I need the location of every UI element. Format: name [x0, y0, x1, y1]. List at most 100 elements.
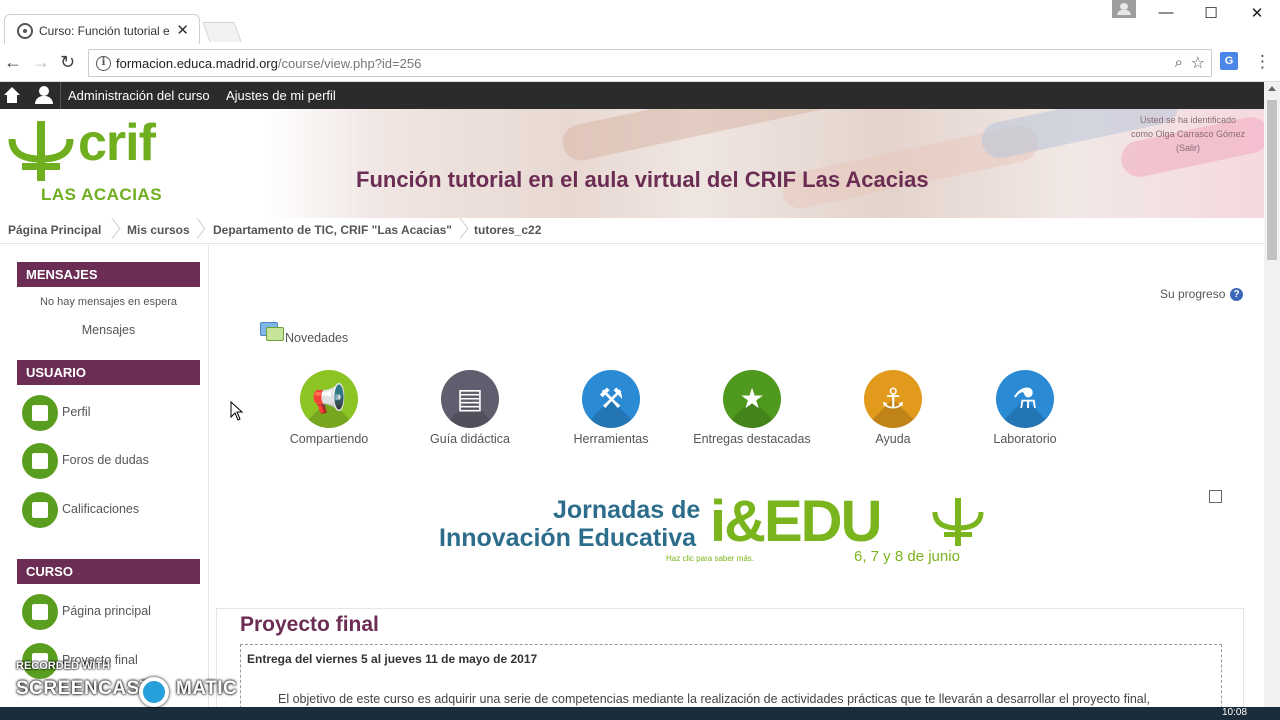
tile-label: Laboratorio	[993, 432, 1057, 446]
sidebar-item-label: Calificaciones	[62, 502, 140, 516]
tile-glyph: 📢	[311, 382, 347, 415]
profile-settings-link[interactable]: Ajustes de mi perfil	[226, 88, 336, 103]
megaphone-icon: 📢	[300, 370, 358, 428]
maximize-button[interactable]: ☐	[1188, 4, 1234, 22]
messages-block-title: MENSAJES	[17, 262, 200, 287]
nav-divider	[60, 82, 61, 109]
crif-logo[interactable]: crif LAS ACACIAS	[8, 114, 178, 207]
tile-entregas-destacadas[interactable]: ★ Entregas destacadas	[682, 370, 822, 446]
grades-icon	[22, 492, 58, 528]
site-favicon-icon	[17, 23, 33, 39]
home-icon	[22, 594, 58, 630]
new-tab-button[interactable]	[202, 22, 242, 42]
os-taskbar: 10:08	[0, 707, 1280, 720]
tile-laboratorio[interactable]: ⚗ Laboratorio	[955, 370, 1095, 446]
browser-menu-icon[interactable]: ⋮	[1254, 52, 1271, 72]
zoom-icon[interactable]: ⌕	[1175, 54, 1183, 71]
star-icon: ★	[723, 370, 781, 428]
logout-link[interactable]: (Salir)	[1118, 141, 1258, 155]
tile-glyph: ⚒	[598, 382, 624, 415]
bookmark-star-icon[interactable]: ☆	[1191, 53, 1205, 73]
tile-glyph: ⚗	[1012, 382, 1038, 415]
screencast-logo-icon	[139, 677, 169, 707]
url-path: /course/view.php?id=256	[277, 56, 422, 71]
url-bar[interactable]: i formacion.educa.madrid.org/course/view…	[88, 49, 1212, 77]
sidebar-item-profile[interactable]: Perfil	[22, 395, 202, 431]
breadcrumb-item-home[interactable]: Página Principal	[8, 223, 101, 237]
translate-icon[interactable]: G	[1220, 52, 1238, 70]
help-icon[interactable]: ?	[1230, 288, 1243, 301]
page-scrollbar[interactable]	[1264, 82, 1280, 707]
tools-icon: ⚒	[582, 370, 640, 428]
no-messages-text: No hay mensajes en espera	[40, 296, 177, 308]
messages-link[interactable]: Mensajes	[17, 323, 200, 337]
crif-banner-mark-icon	[932, 498, 984, 546]
crif-logo-mark-icon	[8, 121, 74, 181]
course-admin-link[interactable]: Administración del curso	[68, 88, 210, 103]
logo-text: crif	[78, 114, 156, 172]
tile-label: Entregas destacadas	[693, 432, 811, 446]
sidebar-item-forums[interactable]: Foros de dudas	[22, 443, 202, 479]
profile-avatar-icon[interactable]	[1112, 0, 1136, 18]
notebook-icon: ▤	[441, 370, 499, 428]
section-title: Proyecto final	[240, 613, 379, 636]
sidebar-item-grades[interactable]: Calificaciones	[22, 492, 202, 528]
reload-button[interactable]: ↻	[60, 52, 75, 73]
window-close-button[interactable]: ✕	[1234, 4, 1280, 22]
sidebar-item-label: Perfil	[62, 405, 91, 419]
breadcrumb-item-department[interactable]: Departamento de TIC, CRIF "Las Acacias"	[213, 223, 452, 237]
tile-label: Ayuda	[875, 432, 911, 446]
final-project-section: Proyecto final Entrega del viernes 5 al …	[216, 608, 1244, 720]
tab-close-icon[interactable]: ✕	[176, 21, 189, 39]
url-text[interactable]: formacion.educa.madrid.org/course/view.p…	[116, 56, 421, 71]
breadcrumb-item-my-courses[interactable]: Mis cursos	[127, 223, 190, 237]
flask-icon: ⚗	[996, 370, 1054, 428]
section-date: Entrega del viernes 5 al jueves 11 de ma…	[247, 652, 538, 666]
tile-herramientas[interactable]: ⚒ Herramientas	[541, 370, 681, 446]
address-toolbar: ← → ↻ i formacion.educa.madrid.org/cours…	[0, 44, 1280, 82]
scroll-up-icon[interactable]	[1268, 86, 1276, 91]
mouse-cursor-icon	[230, 401, 244, 421]
banner-dates: 6, 7 y 8 de junio	[854, 548, 960, 565]
back-button[interactable]: ←	[4, 52, 22, 73]
banner-line-2: Innovación Educativa	[439, 524, 697, 552]
left-sidebar: MENSAJES No hay mensajes en espera Mensa…	[0, 245, 209, 720]
user-menu-icon[interactable]	[35, 86, 53, 104]
sidebar-item-main-page[interactable]: Página principal	[22, 594, 202, 630]
tile-glyph: ▤	[456, 382, 484, 415]
tile-glyph: ★	[739, 382, 765, 415]
login-line-2[interactable]: como Olga Carrasco Gómez	[1118, 127, 1258, 141]
home-icon[interactable]	[4, 87, 20, 103]
logo-subtitle: LAS ACACIAS	[41, 185, 163, 204]
banner-line-1: Jornadas de	[553, 496, 701, 524]
sidebar-item-label: Foros de dudas	[62, 453, 149, 467]
forward-button[interactable]: →	[32, 52, 50, 73]
forum-icon	[260, 322, 284, 341]
breadcrumb-item-course[interactable]: tutores_c22	[474, 223, 541, 237]
iedu-banner[interactable]: Jornadas de Innovación Educativa i&EDU H…	[436, 489, 988, 570]
tile-ayuda[interactable]: ⚓ Ayuda	[823, 370, 963, 446]
group-icon	[22, 443, 58, 479]
browser-tab-bar: Curso: Función tutorial e ✕ — ☐ ✕	[0, 0, 1280, 46]
taskbar-clock: 10:08	[1222, 707, 1248, 718]
banner-brand: i&EDU	[710, 489, 882, 554]
tile-guia-didactica[interactable]: ▤ Guía didáctica	[400, 370, 540, 446]
completion-checkbox[interactable]	[1209, 490, 1222, 503]
minimize-button[interactable]: —	[1143, 4, 1189, 21]
course-block-title: CURSO	[17, 559, 200, 584]
site-info-icon[interactable]: i	[96, 56, 111, 71]
breadcrumb-separator-icon	[106, 218, 118, 244]
login-info: Usted se ha identificado como Olga Carra…	[1118, 113, 1258, 155]
banner-click-text: Haz clic para saber más.	[666, 554, 755, 563]
profile-icon	[22, 395, 58, 431]
breadcrumb: Página Principal Mis cursos Departamento…	[0, 218, 1264, 244]
browser-tab[interactable]: Curso: Función tutorial e ✕	[4, 14, 200, 46]
tab-title: Curso: Función tutorial e	[39, 24, 170, 38]
sidebar-item-label: Página principal	[62, 604, 151, 618]
tile-label: Compartiendo	[289, 432, 369, 446]
course-header: crif LAS ACACIAS Función tutorial en el …	[0, 109, 1264, 218]
tile-compartiendo[interactable]: 📢 Compartiendo	[259, 370, 399, 446]
tile-label: Guía didáctica	[430, 432, 510, 446]
news-label: Novedades	[285, 331, 349, 345]
scrollbar-thumb[interactable]	[1267, 100, 1277, 260]
